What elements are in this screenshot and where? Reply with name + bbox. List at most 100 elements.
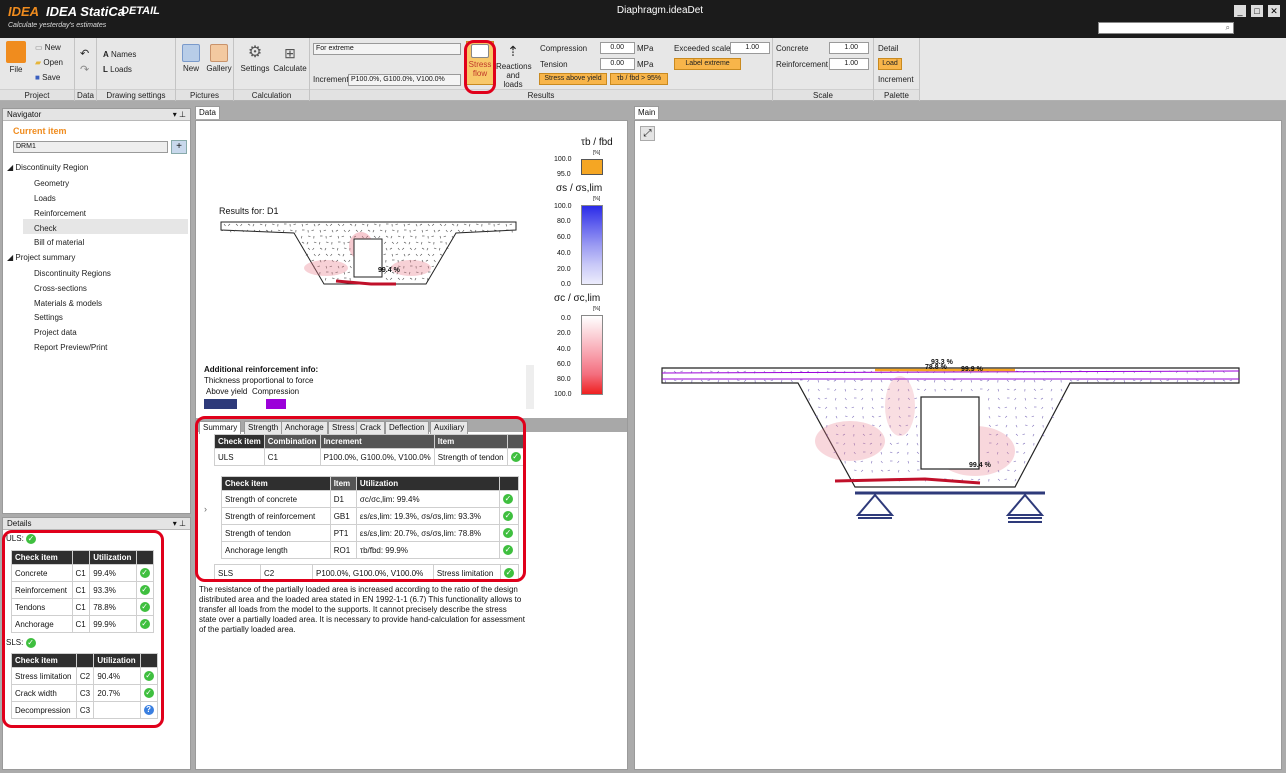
- compression-swatch: [266, 399, 286, 409]
- navigator-header: Navigator ▾ ⊥: [3, 109, 190, 121]
- increment-palette-button[interactable]: Increment: [878, 75, 914, 84]
- nav-discontinuity-regions[interactable]: Discontinuity Regions: [34, 269, 111, 278]
- extreme-select[interactable]: For extreme: [313, 43, 461, 55]
- nav-reinforcement[interactable]: Reinforcement: [34, 209, 86, 218]
- group-label: Drawing settings: [97, 89, 175, 100]
- settings-button[interactable]: ⚙ Settings: [238, 44, 272, 73]
- gallery-label: Gallery: [206, 64, 232, 73]
- legend-c-gradient: [581, 315, 603, 395]
- legend-unit: [%]: [593, 150, 601, 156]
- nav-loads[interactable]: Loads: [34, 194, 56, 203]
- exceeded-scale-input[interactable]: 1.00: [730, 42, 770, 54]
- nav-settings[interactable]: Settings: [34, 313, 63, 322]
- maximize-button[interactable]: □: [1251, 5, 1263, 17]
- undo-icon[interactable]: ↶: [80, 49, 89, 60]
- loads-button[interactable]: L Loads: [103, 65, 132, 74]
- group-data: ↶ ↷ Data: [75, 38, 97, 101]
- close-button[interactable]: ✕: [1268, 5, 1280, 17]
- names-button[interactable]: A Names: [103, 50, 136, 59]
- save-label: Save: [42, 73, 61, 82]
- scrollbar[interactable]: [526, 365, 534, 409]
- nav-report-preview[interactable]: Report Preview/Print: [34, 343, 107, 352]
- results-for-label: Results for: D1: [219, 206, 279, 216]
- load-palette-button[interactable]: Load: [878, 58, 902, 70]
- legend-tb-swatch: [581, 159, 603, 175]
- exceeded-scale-label: Exceeded scale: [674, 44, 731, 53]
- legend-s-title: σs / σs,lim: [556, 183, 603, 194]
- pin-icon[interactable]: ▾ ⊥: [173, 518, 186, 530]
- detail-button[interactable]: Detail: [878, 44, 898, 53]
- tb-tick: 100.0: [554, 156, 572, 163]
- increment-select[interactable]: P100.0%, G100.0%, V100.0%: [348, 74, 461, 86]
- tree-discontinuity-region[interactable]: ◢ Discontinuity Region: [7, 163, 88, 172]
- group-pictures: New Gallery Pictures: [176, 38, 234, 101]
- new-icon: ▭: [35, 43, 43, 52]
- current-item-select[interactable]: DRM1: [13, 141, 168, 153]
- nav-cross-sections[interactable]: Cross-sections: [34, 284, 87, 293]
- group-label: Data: [75, 89, 96, 100]
- tab-data[interactable]: Data: [195, 106, 220, 119]
- label-extreme-button[interactable]: Label extreme: [674, 58, 741, 70]
- group-label: Project: [0, 89, 74, 100]
- group-label: Palette: [874, 89, 919, 100]
- tab-main[interactable]: Main: [634, 106, 660, 119]
- above-yield-label: Above yield: [206, 387, 248, 396]
- tb-tick: 95.0: [557, 171, 571, 178]
- c-tick: 100.0: [554, 391, 572, 398]
- brand-logo: IDEA: [8, 4, 40, 19]
- nav-project-data[interactable]: Project data: [34, 328, 77, 337]
- file-button[interactable]: File: [4, 41, 28, 74]
- gallery-button[interactable]: Gallery: [206, 44, 232, 73]
- summary-note: The resistance of the partially loaded a…: [199, 585, 525, 634]
- add-info-sub: Thickness proportional to force: [204, 376, 314, 385]
- s-tick: 100.0: [554, 203, 572, 210]
- nav-geometry[interactable]: Geometry: [34, 179, 69, 188]
- loads-icon: L: [103, 65, 108, 74]
- stress-tick: [1042, 433, 1045, 437]
- new-button[interactable]: ▭ New: [35, 43, 61, 52]
- names-label: Names: [111, 50, 137, 59]
- main-label-peak: 99.4 %: [969, 462, 991, 469]
- tree-root1-label: Discontinuity Region: [15, 163, 89, 172]
- tree-project-summary[interactable]: ◢ Project summary: [7, 253, 75, 262]
- nav-check[interactable]: Check: [23, 219, 188, 234]
- minimize-button[interactable]: _: [1234, 5, 1246, 17]
- c-tick: 40.0: [557, 346, 571, 353]
- loads-label: Loads: [110, 65, 132, 74]
- nav-bill-of-material[interactable]: Bill of material: [34, 238, 84, 247]
- calculate-label: Calculate: [273, 64, 307, 73]
- open-icon: ▰: [35, 58, 42, 67]
- main-model-view: [661, 367, 1240, 523]
- redo-icon[interactable]: ↷: [80, 65, 89, 76]
- nav-materials-models[interactable]: Materials & models: [34, 299, 102, 308]
- title-bar: IDEA IDEA StatiCa DETAIL Calculate yeste…: [0, 0, 1286, 38]
- peak-value-label: 99.4 %: [378, 267, 400, 274]
- concrete-scale-label: Concrete: [776, 44, 809, 53]
- current-item-label: Current item: [13, 126, 67, 136]
- compression-input[interactable]: 0.00: [600, 42, 635, 54]
- add-item-button[interactable]: +: [171, 140, 187, 154]
- module-name: DETAIL: [121, 5, 160, 17]
- reinforcement-scale-input[interactable]: 1.00: [829, 58, 869, 70]
- group-results: For extreme Increment P100.0%, G100.0%, …: [310, 38, 773, 101]
- tension-input[interactable]: 0.00: [600, 58, 635, 70]
- calculate-button[interactable]: ⊞ Calculate: [272, 44, 308, 73]
- open-button[interactable]: ▰ Open: [35, 58, 63, 67]
- navigator-title: Navigator: [7, 110, 42, 119]
- search-input[interactable]: ⌕: [1098, 22, 1234, 34]
- tagline: Calculate yesterday's estimates: [8, 22, 107, 29]
- group-palette: Detail Load Increment Palette: [874, 38, 920, 101]
- open-label: Open: [43, 58, 63, 67]
- names-icon: A: [103, 50, 109, 59]
- s-tick: 40.0: [557, 250, 571, 257]
- tb-ratio-button[interactable]: τb / fbd > 95%: [610, 73, 668, 85]
- new-picture-button[interactable]: New: [180, 44, 202, 73]
- concrete-scale-input[interactable]: 1.00: [829, 42, 869, 54]
- save-button[interactable]: ■ Save: [35, 73, 60, 82]
- gear-icon: ⚙: [247, 44, 263, 61]
- legend-unit: [%]: [593, 196, 601, 202]
- stress-above-yield-button[interactable]: Stress above yield: [539, 73, 607, 85]
- reactions-loads-button[interactable]: ⇡ Reactions and loads: [496, 42, 532, 89]
- pin-icon[interactable]: ▾ ⊥: [173, 109, 186, 121]
- legend-c-title: σc / σc,lim: [554, 293, 601, 304]
